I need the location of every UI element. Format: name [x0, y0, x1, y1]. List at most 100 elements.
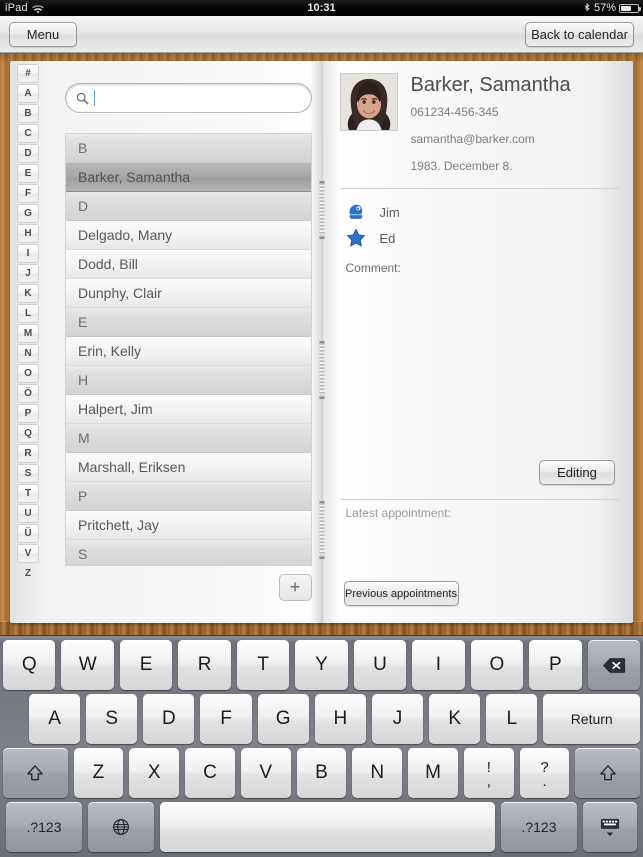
space-key[interactable] [160, 802, 495, 852]
return-key[interactable]: Return [543, 694, 641, 744]
key-t[interactable]: T [236, 640, 290, 690]
contact-email: samantha@barker.com [410, 132, 535, 146]
shift-key-right[interactable] [575, 748, 640, 798]
section-header: M [66, 424, 311, 453]
key-exclamation-comma[interactable]: !, [463, 748, 514, 798]
key-q[interactable]: Q [3, 640, 56, 690]
index-letter-h[interactable]: H [17, 224, 39, 243]
key-k[interactable]: K [429, 694, 481, 744]
index-letter-v[interactable]: V [17, 544, 39, 563]
key-v[interactable]: V [240, 748, 291, 798]
key-w[interactable]: W [61, 640, 114, 690]
relation-name: Jim [379, 204, 400, 220]
numbers-key-left[interactable]: .?123 [6, 802, 82, 852]
baby-icon [346, 202, 366, 222]
on-screen-keyboard[interactable]: QWERTYUIOP A S D F G H J K L Return Z X C V B N M!,?. .… [0, 635, 643, 857]
section-header: H [66, 366, 311, 395]
index-letter-a[interactable]: A [17, 84, 39, 103]
menu-button[interactable]: Menu [9, 22, 77, 47]
key-l[interactable]: L [486, 694, 538, 744]
relations-list: Jim Ed [340, 189, 620, 253]
key-p[interactable]: P [529, 640, 582, 690]
index-letter-b[interactable]: B [17, 104, 39, 123]
key-x[interactable]: X [129, 748, 180, 798]
contact-list-item[interactable]: Halpert, Jim [66, 395, 311, 424]
book-frame: # A B C D E F G H I J K L M N O Ö P Q R S T U Ü V Z B Barker [0, 53, 643, 635]
key-h[interactable]: H [314, 694, 366, 744]
index-letter-u[interactable]: U [17, 504, 39, 523]
index-letter-f[interactable]: F [17, 184, 39, 203]
globe-icon[interactable] [88, 802, 154, 852]
index-letter-p[interactable]: P [17, 404, 39, 423]
contact-list-item[interactable]: Pritchett, Jay [66, 511, 311, 540]
key-y[interactable]: Y [295, 640, 348, 690]
key-z[interactable]: Z [73, 748, 124, 798]
right-page: Barker, Samantha 061234-456-345 samantha… [322, 61, 634, 623]
index-letter-i[interactable]: I [17, 244, 39, 263]
backspace-icon[interactable] [587, 640, 640, 690]
key-e[interactable]: E [119, 640, 173, 690]
index-letter-s[interactable]: S [17, 464, 39, 483]
keyboard-row-3: Z X C V B N M!,?. [3, 748, 640, 798]
alphabet-index[interactable]: # A B C D E F G H I J K L M N O Ö P Q R S T U Ü V Z [15, 64, 41, 619]
appointments-divider [339, 499, 619, 500]
contact-list-item[interactable]: Erin, Kelly [66, 337, 311, 366]
index-letter-n[interactable]: N [17, 344, 39, 363]
contact-detail-card: Barker, Samantha 061234-456-345 samantha… [339, 65, 620, 619]
index-letter-t[interactable]: T [17, 484, 39, 503]
search-box[interactable] [65, 83, 312, 113]
back-to-calendar-button[interactable]: Back to calendar [525, 22, 634, 47]
contact-list-item[interactable]: Dunphy, Clair [66, 279, 311, 308]
key-c[interactable]: C [185, 748, 235, 798]
hide-keyboard-icon[interactable] [583, 802, 637, 852]
index-letter-j[interactable]: J [17, 264, 39, 283]
index-letter-e[interactable]: E [17, 164, 39, 183]
shift-key-left[interactable] [3, 748, 68, 798]
relation-row[interactable]: Ed [346, 225, 620, 251]
index-letter-c[interactable]: C [17, 124, 39, 143]
search-input[interactable] [95, 90, 301, 106]
add-contact-button[interactable]: + [278, 574, 312, 601]
editing-button[interactable]: Editing [539, 460, 615, 485]
section-header: E [66, 308, 311, 337]
key-j[interactable]: J [371, 694, 424, 744]
contact-header: Barker, Samantha 061234-456-345 samantha… [339, 65, 620, 186]
index-letter-q[interactable]: Q [17, 424, 39, 443]
contact-list-item[interactable]: Delgado, Many [66, 221, 311, 250]
index-letter-d[interactable]: D [17, 144, 39, 163]
index-letter-g[interactable]: G [17, 204, 39, 223]
index-letter-#[interactable]: # [17, 64, 39, 83]
key-b[interactable]: B [296, 748, 347, 798]
index-letter-l[interactable]: L [17, 304, 39, 323]
index-letter-z[interactable]: Z [17, 564, 39, 583]
status-bar-right: 57% [583, 0, 641, 16]
key-u[interactable]: U [353, 640, 407, 690]
contact-list-item[interactable]: Dodd, Bill [66, 250, 311, 279]
key-g[interactable]: G [257, 694, 309, 744]
index-letter-k[interactable]: K [17, 284, 39, 303]
contact-info: Barker, Samantha 061234-456-345 samantha… [398, 73, 620, 186]
key-r[interactable]: R [178, 640, 231, 690]
index-letter-o[interactable]: O [17, 364, 39, 383]
previous-appointments-button[interactable]: Previous appointments [343, 581, 459, 606]
index-letter-m[interactable]: M [17, 324, 39, 343]
index-letter-r[interactable]: R [17, 444, 39, 463]
key-a[interactable]: A [28, 694, 81, 744]
index-letter-ü[interactable]: Ü [17, 524, 39, 543]
contact-list-item[interactable]: Barker, Samantha [66, 163, 311, 192]
relation-name: Ed [379, 230, 396, 246]
key-d[interactable]: D [143, 694, 195, 744]
key-question-period[interactable]: ?. [519, 748, 570, 798]
contact-list[interactable]: B Barker, Samantha D Delgado, Many Dodd, Bil… [65, 133, 312, 566]
key-s[interactable]: S [86, 694, 138, 744]
index-letter-ö[interactable]: Ö [17, 384, 39, 403]
battery-icon [619, 3, 641, 13]
key-n[interactable]: N [352, 748, 403, 798]
key-m[interactable]: M [408, 748, 458, 798]
relation-row[interactable]: Jim [346, 199, 620, 225]
contact-list-item[interactable]: Marshall, Eriksen [66, 453, 311, 482]
numbers-key-right[interactable]: .?123 [501, 802, 577, 852]
key-o[interactable]: O [470, 640, 524, 690]
key-f[interactable]: F [200, 694, 252, 744]
key-i[interactable]: I [412, 640, 465, 690]
